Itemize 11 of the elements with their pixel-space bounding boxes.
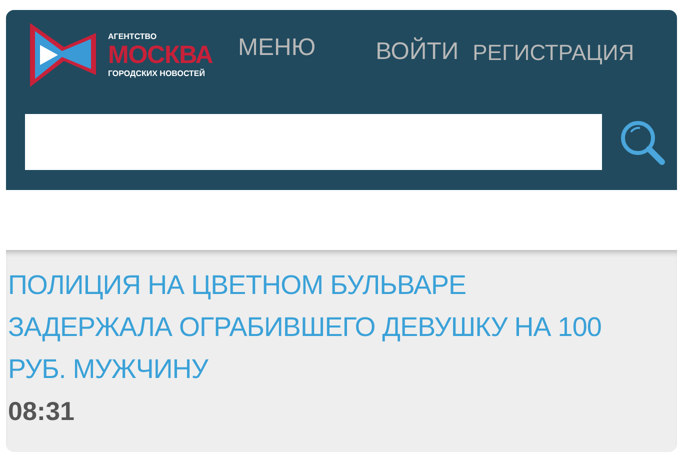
search-field[interactable] — [25, 114, 602, 170]
search-icon[interactable] — [618, 118, 666, 166]
news-headline[interactable]: ПОЛИЦИЯ НА ЦВЕТНОМ БУЛЬВАРЕ ЗАДЕРЖАЛА ОГРАБИВШЕГО ДЕВУШКУ НА 100 РУБ. МУЖЧИНУ — [8, 264, 608, 390]
logo-tagline: АГЕНТСТВО — [108, 32, 158, 40]
news-time: 08:31 — [8, 395, 76, 428]
logo-wordmark: МОСКВА — [108, 42, 214, 68]
logo-subtitle: ГОРОДСКИХ НОВОСТЕЙ — [108, 70, 206, 78]
logo-icon — [28, 21, 98, 89]
menu-link[interactable]: МЕНЮ — [238, 30, 316, 66]
register-link[interactable]: РЕГИСТРАЦИЯ — [472, 36, 634, 68]
login-link[interactable]: ВОЙТИ — [376, 34, 459, 70]
